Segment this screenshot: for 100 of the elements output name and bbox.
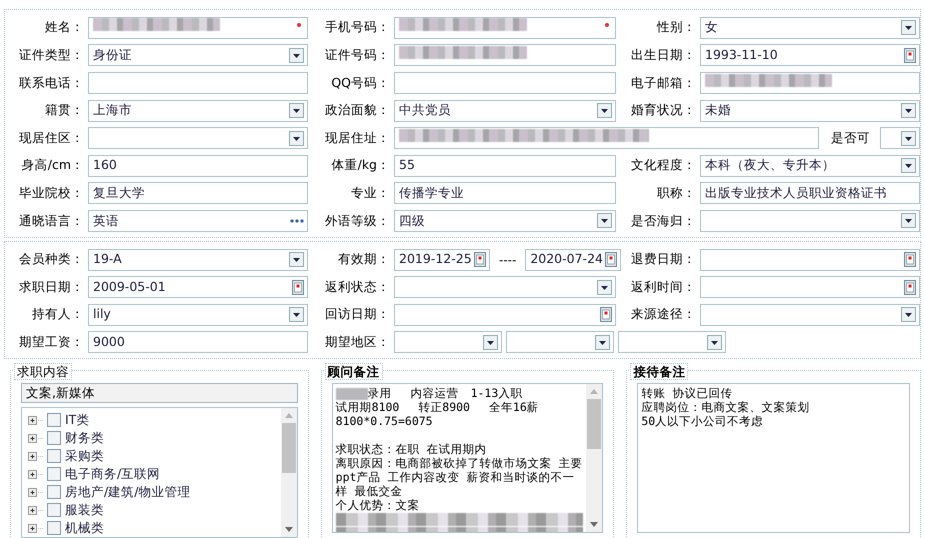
text-field[interactable]: 55: [394, 154, 616, 177]
dropdown-icon[interactable]: [483, 334, 498, 350]
date-field[interactable]: 2020-07-24: [525, 248, 622, 271]
dropdown-field[interactable]: 四级: [394, 210, 616, 232]
text-field[interactable]: 出版专业技术人员职业资格证书: [700, 182, 920, 204]
selected-field[interactable]: 文案,新媒体: [21, 383, 298, 404]
date-field[interactable]: 1993-11-10: [700, 44, 920, 66]
dropdown-field[interactable]: 身份证: [88, 44, 308, 66]
dropdown-icon[interactable]: [289, 130, 304, 146]
range-separator: ----: [498, 252, 518, 269]
note-line: 个人优势：文案: [336, 498, 421, 512]
date-field[interactable]: 2009-05-01: [88, 276, 308, 298]
text-field[interactable]: 传播学专业: [394, 182, 616, 204]
dropdown-field[interactable]: [394, 331, 502, 354]
checkbox[interactable]: [47, 431, 61, 446]
dropdown-icon[interactable]: [597, 103, 612, 118]
dropdown-icon[interactable]: [901, 20, 916, 36]
calendar-icon[interactable]: [474, 252, 486, 268]
lookup-field[interactable]: 英语: [88, 210, 308, 232]
field-label: 现居住址：: [324, 128, 391, 147]
scroll-down-icon[interactable]: [284, 526, 294, 534]
dropdown-icon[interactable]: [707, 334, 722, 350]
field-label: 会员种类：: [18, 250, 85, 268]
tree-item[interactable]: 采购类: [65, 446, 104, 466]
field-label: 体重/kg：: [330, 156, 391, 174]
dropdown-field[interactable]: [880, 127, 920, 150]
field-label: 联系电话：: [18, 74, 85, 92]
expand-icon[interactable]: [28, 450, 43, 462]
text-field[interactable]: [700, 72, 920, 94]
notes-field[interactable]: 录用 内容运营 1-13入职 试用期8100 转正8900 全年16薪 8100*0.75=6075 求职状态：在职 在试用期内 离职原因：电商部被砍掉了转做市场文案 主要ppt产品 工作内容改变 薪资和当时谈的不一样 最低交金 个人优势：文案: [332, 383, 604, 534]
dropdown-icon[interactable]: [289, 307, 304, 322]
dropdown-icon[interactable]: [595, 334, 610, 350]
text-field[interactable]: [88, 16, 308, 39]
scroll-down-icon[interactable]: [589, 521, 600, 528]
expand-icon[interactable]: [28, 504, 43, 516]
dropdown-field[interactable]: 本科（夜大、专升本）: [700, 154, 920, 177]
tree-item[interactable]: 机械类: [65, 518, 104, 538]
dropdown-field[interactable]: [394, 276, 616, 298]
field-label: 姓名：: [44, 18, 85, 36]
text-field[interactable]: [394, 127, 819, 150]
tree-item[interactable]: 房地产/建筑/物业管理: [65, 482, 190, 502]
expand-icon[interactable]: [28, 432, 43, 444]
expand-icon[interactable]: [28, 414, 43, 426]
field-label: 是否海归：: [630, 212, 697, 230]
checkbox[interactable]: [47, 485, 61, 500]
date-field[interactable]: 2019-12-25: [394, 248, 490, 271]
tree-item[interactable]: 服装类: [65, 500, 104, 520]
calendar-icon[interactable]: [904, 48, 916, 63]
calendar-icon[interactable]: [605, 252, 618, 268]
dropdown-field[interactable]: 19-A: [88, 248, 308, 271]
tree-item[interactable]: 电子商务/互联网: [65, 464, 160, 484]
more-icon[interactable]: [290, 218, 304, 224]
checkbox[interactable]: [47, 449, 61, 464]
checkbox[interactable]: [47, 467, 61, 482]
text-field[interactable]: [394, 44, 616, 66]
date-field[interactable]: [700, 248, 920, 271]
date-field[interactable]: [700, 276, 920, 298]
calendar-icon[interactable]: [600, 307, 612, 322]
tree-item[interactable]: IT类: [65, 410, 90, 430]
dropdown-icon[interactable]: [597, 280, 612, 295]
text-field[interactable]: [88, 72, 308, 94]
dropdown-field[interactable]: 未婚: [700, 100, 920, 122]
dropdown-field[interactable]: 中共党员: [394, 100, 616, 122]
dropdown-field[interactable]: [700, 304, 920, 326]
dropdown-field[interactable]: [700, 210, 920, 232]
tree-item[interactable]: 财务类: [65, 428, 104, 448]
checkbox[interactable]: [47, 503, 61, 518]
scrollbar[interactable]: [586, 384, 602, 532]
calendar-icon[interactable]: [904, 280, 916, 295]
expand-icon[interactable]: [28, 468, 43, 480]
dropdown-icon[interactable]: [289, 252, 304, 268]
dropdown-icon[interactable]: [901, 213, 916, 228]
checkbox[interactable]: [47, 521, 61, 536]
dropdown-field[interactable]: 上海市: [88, 100, 308, 122]
scrollbar[interactable]: [280, 408, 297, 538]
text-field[interactable]: [394, 72, 616, 94]
calendar-icon[interactable]: [292, 280, 304, 295]
text-field[interactable]: [394, 16, 616, 39]
dropdown-field[interactable]: 女: [700, 16, 920, 39]
dropdown-field[interactable]: [618, 331, 726, 354]
panel-title: 求职内容: [14, 363, 72, 380]
dropdown-field[interactable]: [506, 331, 614, 354]
dropdown-icon[interactable]: [901, 158, 916, 174]
dropdown-field[interactable]: [88, 127, 308, 150]
dropdown-field[interactable]: lily: [88, 304, 308, 326]
expand-icon[interactable]: [28, 486, 43, 498]
date-field[interactable]: [394, 304, 616, 326]
checkbox[interactable]: [47, 413, 61, 428]
notes-field[interactable]: 转账 协议已回传 应聘岗位：电商文案、文案策划 50人以下小公司不考虑: [637, 383, 910, 534]
text-field[interactable]: 9000: [88, 331, 308, 354]
dropdown-icon[interactable]: [289, 48, 304, 63]
dropdown-icon[interactable]: [901, 103, 916, 118]
text-field[interactable]: 160: [88, 154, 308, 177]
expand-icon[interactable]: [28, 522, 43, 534]
text-field[interactable]: 复旦大学: [88, 182, 308, 204]
dropdown-icon[interactable]: [901, 130, 916, 146]
calendar-icon[interactable]: [904, 252, 916, 268]
dropdown-icon[interactable]: [289, 103, 304, 118]
dropdown-icon[interactable]: [901, 307, 916, 322]
dropdown-icon[interactable]: [597, 213, 612, 228]
